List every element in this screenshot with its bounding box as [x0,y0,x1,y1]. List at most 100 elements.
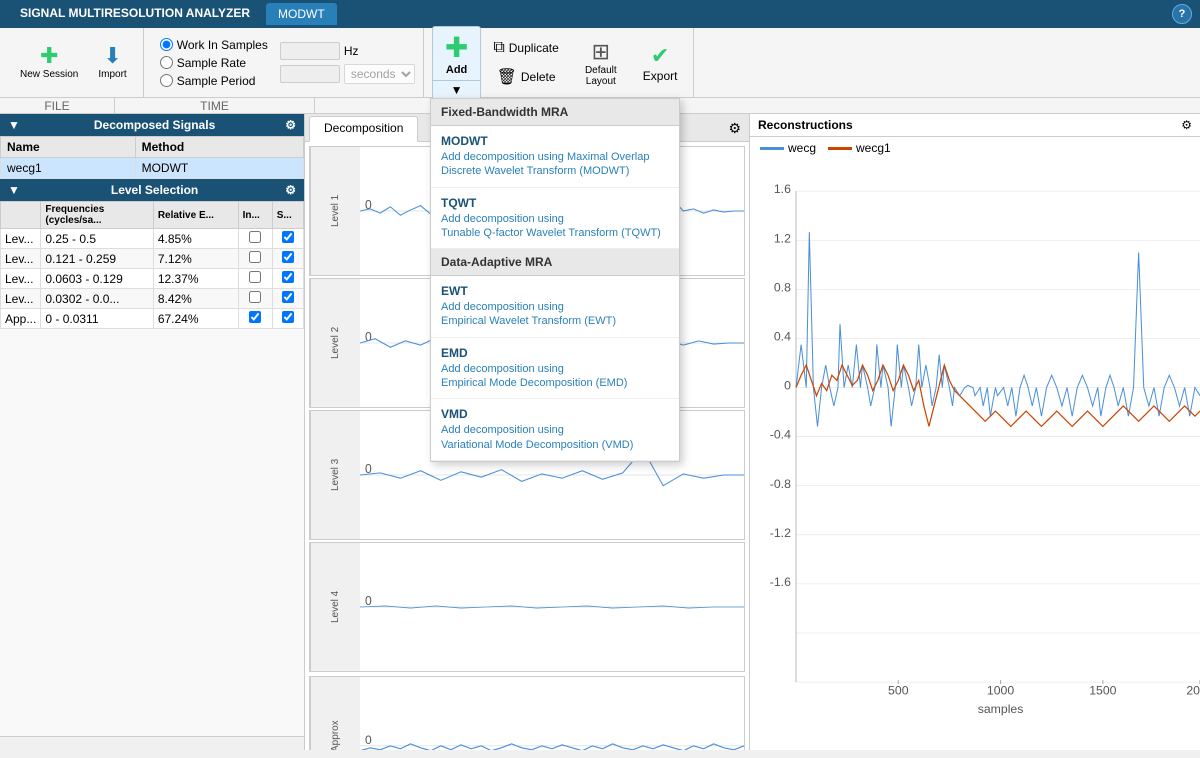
s-col-header: S... [272,202,303,229]
show-checkbox[interactable] [282,311,294,323]
decomposed-signals-header[interactable]: ▼ Decomposed Signals ⚙ [0,114,304,136]
delete-button[interactable]: 🗑 Delete [485,63,566,91]
add-arrow-button[interactable]: ▼ [433,81,480,99]
legend-wecg1: wecg1 [828,141,891,155]
include-checkbox[interactable] [249,291,261,303]
include-cell[interactable] [238,309,272,329]
show-cell[interactable] [272,269,303,289]
level-label: Lev... [1,229,41,249]
level-table-row[interactable]: Lev... 0.0302 - 0.0... 8.42% [1,289,304,309]
svg-text:0.4: 0.4 [774,329,791,343]
vmd-menu-item[interactable]: VMD Add decomposition usingVariational M… [431,399,679,461]
show-checkbox[interactable] [282,251,294,263]
svg-text:1500: 1500 [1089,683,1116,697]
sample-period-radio[interactable] [160,74,173,87]
level-label: Lev... [1,249,41,269]
level-selection-header[interactable]: ▼ Level Selection ⚙ [0,179,304,201]
rel-e-cell: 4.85% [153,229,238,249]
show-cell[interactable] [272,229,303,249]
show-checkbox[interactable] [282,271,294,283]
left-scrollbar[interactable] [0,736,304,750]
new-session-label: New Session [20,69,78,80]
include-cell[interactable] [238,269,272,289]
sample-rate-radio[interactable] [160,56,173,69]
level-table-row[interactable]: Lev... 0.25 - 0.5 4.85% [1,229,304,249]
svg-text:samples: samples [978,702,1024,716]
modwt-title: MODWT [441,134,669,148]
signal-method: MODWT [135,158,303,179]
include-cell[interactable] [238,229,272,249]
include-checkbox[interactable] [249,271,261,283]
svg-text:0: 0 [365,733,372,747]
show-checkbox[interactable] [282,291,294,303]
vmd-desc: Add decomposition usingVariational Mode … [441,423,669,452]
in-col-header: In... [238,202,272,229]
level-table-row[interactable]: App... 0 - 0.0311 67.24% [1,309,304,329]
time-section: Work In Samples Sample Rate Sample Perio… [144,28,424,97]
show-cell[interactable] [272,289,303,309]
show-cell[interactable] [272,309,303,329]
import-icon: ⬇ [103,45,121,67]
decomposition-tab[interactable]: Decomposition [309,116,418,142]
vmd-title: VMD [441,407,669,421]
level-selection-gear[interactable]: ⚙ [285,183,296,197]
new-session-button[interactable]: ✚ New Session [12,41,86,84]
decomposed-signals-gear[interactable]: ⚙ [285,118,296,132]
level-table-row[interactable]: Lev... 0.0603 - 0.129 12.37% [1,269,304,289]
svg-text:500: 500 [888,683,909,697]
add-button-group: ✚ Add ▼ [432,26,481,100]
emd-menu-item[interactable]: EMD Add decomposition usingEmpirical Mod… [431,338,679,400]
sample-rate-input[interactable]: 1 [280,42,340,60]
add-main-button[interactable]: ✚ Add [433,27,480,81]
freq-cell: 0.0603 - 0.129 [41,269,153,289]
level-label: App... [1,309,41,329]
level4-label: Level 4 [310,543,360,671]
level-row-col [1,202,41,229]
work-in-samples-row: Work In Samples [160,38,268,52]
reconstructions-header: Reconstructions ⚙ [750,114,1200,137]
decomposed-signals-title: Decomposed Signals [94,118,215,132]
duplicate-button[interactable]: ⧉ Duplicate [485,35,566,61]
include-cell[interactable] [238,249,272,269]
level4-svg: 0 [360,543,744,671]
radio-group: Work In Samples Sample Rate Sample Perio… [152,32,276,94]
time-inputs: 1 Hz 1 seconds [280,42,415,84]
period-unit-select[interactable]: seconds [344,64,415,84]
tab-gear-icon[interactable]: ⚙ [724,116,745,141]
sample-period-input[interactable]: 1 [280,65,340,83]
show-checkbox[interactable] [282,231,294,243]
include-checkbox[interactable] [249,251,261,263]
freq-cell: 0.121 - 0.259 [41,249,153,269]
emd-desc: Add decomposition usingEmpirical Mode De… [441,362,669,391]
data-adaptive-header: Data-Adaptive MRA [431,249,679,276]
include-checkbox[interactable] [249,231,261,243]
default-layout-button[interactable]: ⊞ Default Layout [571,35,631,91]
ewt-menu-item[interactable]: EWT Add decomposition usingEmpirical Wav… [431,276,679,338]
table-row[interactable]: wecg1 MODWT [1,158,304,179]
help-button[interactable]: ? [1172,4,1192,24]
export-label: Export [643,69,678,83]
svg-text:1.6: 1.6 [774,182,791,196]
include-cell[interactable] [238,289,272,309]
svg-text:0: 0 [365,594,372,608]
svg-text:-1.6: -1.6 [770,575,791,589]
modwt-menu-item[interactable]: MODWT Add decomposition using Maximal Ov… [431,126,679,188]
export-icon: ✔ [651,43,669,69]
level-table-row[interactable]: Lev... 0.121 - 0.259 7.12% [1,249,304,269]
export-button[interactable]: ✔ Export [635,39,686,87]
new-session-icon: ✚ [40,45,58,67]
show-cell[interactable] [272,249,303,269]
add-section: ✚ Add ▼ ⧉ Duplicate 🗑 Delete ⊞ Default L… [424,28,695,97]
svg-text:1000: 1000 [987,683,1014,697]
include-checkbox[interactable] [249,311,261,323]
tqwt-menu-item[interactable]: TQWT Add decomposition usingTunable Q-fa… [431,188,679,250]
import-button[interactable]: ⬇ Import [90,41,134,84]
modwt-tab[interactable]: MODWT [266,3,337,25]
default-layout-label: Default Layout [579,65,623,87]
legend-wecg: wecg [760,141,816,155]
import-label: Import [98,69,126,80]
level-selection-panel: ▼ Level Selection ⚙ Frequencies(cycles/s… [0,179,304,736]
work-in-samples-radio[interactable] [160,38,173,51]
reconstructions-gear[interactable]: ⚙ [1181,118,1192,132]
toolbar: ✚ New Session ⬇ Import Work In Samples S… [0,28,1200,98]
